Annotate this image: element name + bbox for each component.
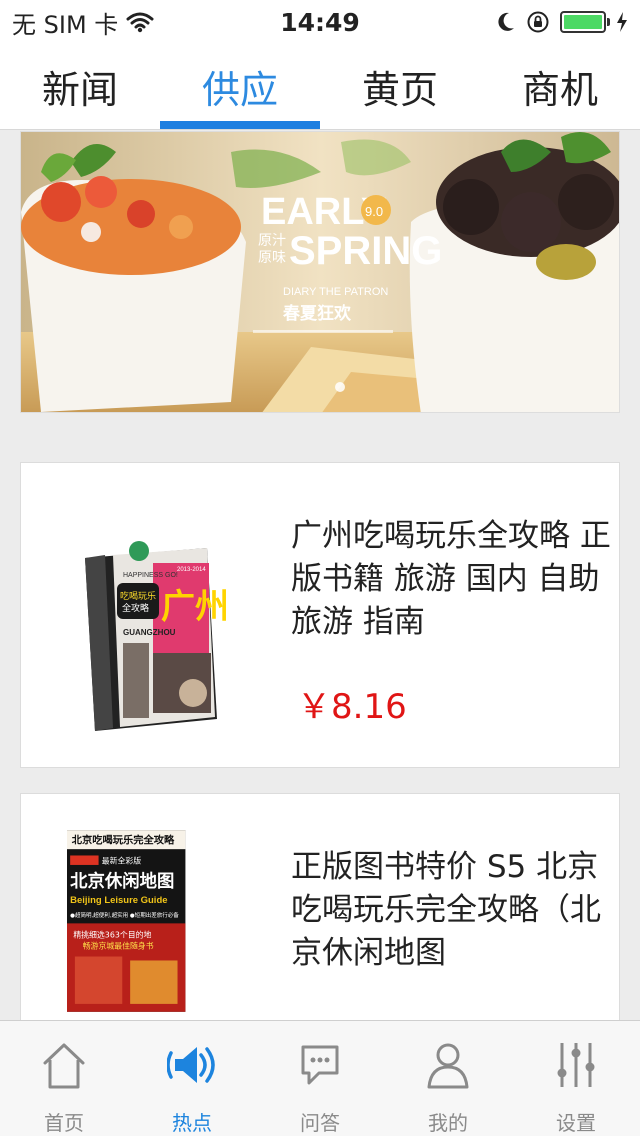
category-tabs: 新闻 供应 黄页 商机 (0, 44, 640, 130)
user-icon (427, 1043, 469, 1089)
product-thumbnail: 广州 HAPPINESS GO! 吃喝玩乐 全攻略 GUANGZHOU 2013… (85, 541, 229, 731)
home-icon (43, 1043, 85, 1089)
tab-label: 首页 (44, 1111, 84, 1135)
tab-yellow-pages[interactable]: 黄页 (320, 44, 480, 129)
cover-edition: 2013-2014 (177, 567, 206, 573)
tab-supply[interactable]: 供应 (160, 44, 320, 129)
cover-promo-1: 精挑细选363个目的地 (73, 930, 151, 940)
tab-label: 问答 (300, 1111, 340, 1135)
product-title[interactable]: 广州吃喝玩乐全攻略 正版书籍 旅游 国内 自助 旅游 指南 (291, 515, 611, 644)
cover-city: 广州 (161, 587, 229, 627)
banner-headline-bottom: SPRING (289, 229, 442, 273)
cover-top-title: 北京吃喝玩乐完全攻略 (72, 834, 175, 847)
bottom-tab-bar: 首页 热点 问答 我的 设置 (0, 1020, 640, 1136)
tab-news[interactable]: 新闻 (0, 44, 160, 129)
cover-series2: 全攻略 (122, 602, 149, 614)
tab-label: 热点 (172, 1111, 212, 1135)
moon-icon (498, 12, 514, 31)
bottom-tab-qa[interactable]: 问答 (256, 1021, 384, 1136)
banner-side-text-1: 原汁 (258, 233, 286, 249)
status-bar: 无 SIM 卡 14:49 (0, 0, 640, 44)
battery-icon (560, 11, 610, 33)
tab-business[interactable]: 商机 (480, 44, 640, 129)
carousel-indicator[interactable] (335, 382, 345, 392)
tab-label: 设置 (556, 1111, 596, 1135)
hotspot-icon (167, 1047, 215, 1083)
banner-image: EARLY 9.0 原汁 原味 SPRING DIARY THE PATRON … (21, 132, 619, 412)
charging-icon (617, 12, 627, 32)
banner-subtitle: 春夏狂欢 (283, 303, 352, 324)
cover-edition: 最新全彩版 (102, 855, 141, 865)
chat-icon (301, 1045, 339, 1085)
banner-side-text-2: 原味 (258, 250, 286, 266)
carrier-label: 无 SIM 卡 (12, 10, 119, 39)
cover-city-en: GUANGZHOU (123, 628, 176, 637)
bottom-tab-home[interactable]: 首页 (0, 1021, 128, 1136)
product-thumbnail: 北京吃喝玩乐完全攻略 最新全彩版 北京休闲地图 Beijing Leisure … (67, 830, 186, 1012)
bottom-tab-hotspot[interactable]: 热点 (128, 1021, 256, 1136)
cover-brand: HAPPINESS GO! (123, 572, 178, 579)
rotation-lock-icon (527, 11, 549, 33)
cover-promo-2: 畅游京城最佳随身书 (83, 941, 154, 951)
settings-icon (557, 1043, 595, 1087)
banner-badge: 9.0 (365, 204, 383, 219)
cover-series: 吃喝玩乐 (120, 590, 156, 602)
banner-small-caption: DIARY THE PATRON (283, 286, 388, 298)
product-card[interactable]: 广州 HAPPINESS GO! 吃喝玩乐 全攻略 GUANGZHOU 2013… (20, 462, 620, 768)
status-right (496, 10, 628, 34)
cover-english: Beijing Leisure Guide (70, 895, 167, 906)
bottom-tab-settings[interactable]: 设置 (512, 1021, 640, 1136)
wifi-icon (126, 12, 154, 33)
status-left: 无 SIM 卡 (12, 5, 154, 40)
promo-banner[interactable]: EARLY 9.0 原汁 原味 SPRING DIARY THE PATRON … (20, 131, 620, 413)
product-price: ￥8.16 (297, 687, 407, 727)
cover-main-title: 北京休闲地图 (70, 871, 174, 892)
tab-label: 我的 (428, 1111, 468, 1135)
product-title[interactable]: 正版图书特价 S5 北京吃喝玩乐完全攻略（北京休闲地图 (291, 846, 611, 975)
bottom-tab-profile[interactable]: 我的 (384, 1021, 512, 1136)
